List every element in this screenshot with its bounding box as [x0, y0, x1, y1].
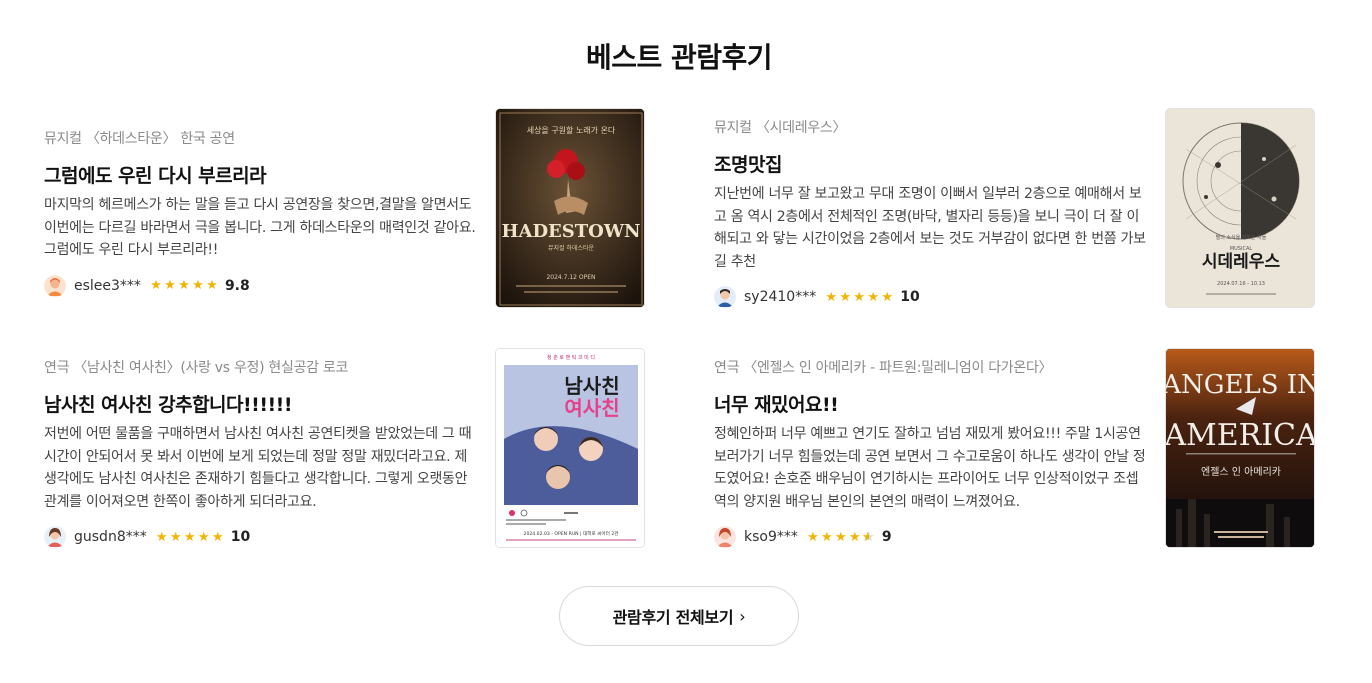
star-icon: ★ — [807, 529, 819, 545]
view-all-reviews-button[interactable]: 관람후기 전체보기 › — [559, 586, 799, 646]
review-meta: eslee3*** ★ ★ ★ ★ ★ 9.8 — [44, 274, 476, 298]
star-rating: ★ ★ ★ ★ ★ — [155, 531, 225, 544]
star-icon: ★ — [867, 289, 880, 305]
star-icon: ★ — [853, 289, 866, 305]
star-icon: ★ — [881, 289, 894, 305]
review-meta: sy2410*** ★ ★ ★ ★ ★ 10 — [714, 285, 1146, 309]
avatar — [714, 526, 736, 548]
rating-score: 10 — [900, 289, 920, 305]
poster-date: 2024.07.16 - 10.13 — [1217, 281, 1265, 287]
star-icon: ★ — [849, 529, 861, 545]
poster-title-line2: 여사친 — [564, 396, 619, 420]
review-card[interactable]: 연극 〈남사친 여사친〉(사랑 vs 우정) 현실공감 로코 남사친 여사친 강… — [44, 348, 654, 548]
half-star-icon: ★ — [862, 531, 876, 544]
poster-title-line1: ANGELS IN — [1166, 370, 1315, 400]
star-icon: ★ — [206, 278, 218, 293]
review-category[interactable]: 연극 〈엔젤스 인 아메리카 - 파트원:밀레니엄이 다가온다〉 — [714, 357, 1146, 377]
star-icon: ★ — [169, 529, 182, 545]
review-body[interactable]: 저번에 어떤 물품을 구매하면서 남사친 여사친 공연티켓을 받았었는데 그 때… — [44, 423, 476, 513]
star-icon: ★ — [825, 289, 838, 305]
review-title[interactable]: 남사친 여사친 강추합니다!!!!!! — [44, 390, 476, 417]
star-icon: ★ — [183, 529, 196, 545]
star-icon: ★ — [211, 529, 224, 545]
review-meta: kso9*** ★★★★★ 9 — [714, 525, 1146, 549]
poster-title-line2: AMERICA — [1166, 418, 1315, 453]
view-all-label: 관람후기 전체보기 — [612, 608, 734, 627]
rating-score: 9 — [881, 529, 892, 545]
star-icon: ★ — [835, 529, 847, 545]
rating-score: 9.8 — [224, 277, 250, 294]
review-meta: gusdn8*** ★ ★ ★ ★ ★ 10 — [44, 525, 476, 549]
user-id: eslee3*** — [74, 277, 141, 294]
poster-image[interactable]: 세상을 구원할 노래가 온다 HADESTOWN 뮤지컬 하데스타운 2024.… — [495, 108, 645, 308]
star-icon: ★ — [839, 289, 852, 305]
poster-date: 2024.02.03 - OPEN RUN | 대학로 씨어터 2관 — [524, 530, 620, 537]
star-icon: ★ — [178, 278, 190, 293]
user-id: kso9*** — [744, 529, 798, 545]
star-rating: ★ ★ ★ ★ ★ — [824, 291, 894, 304]
poster-title-line1: 남사친 — [564, 374, 619, 398]
review-title[interactable]: 조명맛집 — [714, 150, 1146, 177]
review-title[interactable]: 너무 재밌어요!! — [714, 390, 1146, 417]
star-icon: ★ — [150, 278, 162, 293]
poster-subtitle: 엔젤스 인 아메리카 — [1201, 466, 1281, 478]
rating-score: 10 — [230, 529, 251, 545]
page-title: 베스트 관람후기 — [585, 41, 773, 74]
poster-image[interactable]: 청 춘 로 맨 틱 코 미 디 남사친 여사친 2024.02.03 - OPE… — [495, 348, 645, 548]
star-rating: ★ ★ ★ ★ ★ — [149, 279, 219, 292]
review-body[interactable]: 정혜인하퍼 너무 예쁘고 연기도 잘하고 넘넘 재밌게 봤어요!!! 주말 1시… — [714, 423, 1146, 513]
review-body[interactable]: 마지막의 헤르메스가 하는 말을 듣고 다시 공연장을 찾으면,결말을 알면서도… — [44, 194, 476, 262]
poster-image[interactable]: 별의 소식을 전하는 자들 MUSICAL 시데레우스 2024.07.16 -… — [1165, 108, 1315, 308]
avatar — [44, 526, 66, 548]
review-title[interactable]: 그럼에도 우린 다시 부르리라 — [44, 161, 476, 188]
review-card[interactable]: 뮤지컬 〈하데스타운〉 한국 공연 그럼에도 우린 다시 부르리라 마지막의 헤… — [44, 108, 654, 308]
review-card[interactable]: 연극 〈엔젤스 인 아메리카 - 파트원:밀레니엄이 다가온다〉 너무 재밌어요… — [714, 348, 1324, 548]
review-category[interactable]: 뮤지컬 〈하데스타운〉 한국 공연 — [44, 128, 476, 148]
user-id: sy2410*** — [744, 289, 817, 305]
star-rating: ★ ★ ★ ★ ★ — [806, 531, 876, 544]
review-category[interactable]: 뮤지컬 〈시데레우스〉 — [714, 117, 1146, 137]
star-icon: ★ — [192, 278, 204, 293]
avatar — [44, 274, 66, 297]
review-category[interactable]: 연극 〈남사친 여사친〉(사랑 vs 우정) 현실공감 로코 — [44, 357, 476, 377]
poster-top-text: 세상을 구원할 노래가 온다 — [527, 125, 616, 135]
poster-top-text: 청 춘 로 맨 틱 코 미 디 — [547, 354, 595, 361]
star-icon: ★ — [155, 529, 168, 545]
poster-top-text: 별의 소식을 전하는 자들 — [1216, 234, 1267, 241]
star-icon: ★ — [197, 529, 210, 545]
avatar — [714, 286, 736, 308]
poster-title: 시데레우스 — [1202, 252, 1281, 272]
review-card[interactable]: 뮤지컬 〈시데레우스〉 조명맛집 지난번에 너무 잘 보고왔고 무대 조명이 이… — [714, 108, 1324, 308]
poster-image[interactable]: ANGELS IN AMERICA 엔젤스 인 아메리카 — [1165, 348, 1315, 548]
star-icon: ★ — [821, 529, 833, 545]
review-body[interactable]: 지난번에 너무 잘 보고왔고 무대 조명이 이뻐서 일부러 2층으로 예매해서 … — [714, 183, 1146, 273]
chevron-right-icon: › — [739, 606, 746, 626]
poster-title: HADESTOWN — [501, 221, 640, 242]
star-icon: ★ — [164, 278, 176, 293]
user-id: gusdn8*** — [74, 529, 147, 545]
poster-date: 2024.7.12 OPEN — [546, 274, 595, 281]
poster-subtitle: 뮤지컬 하데스타운 — [548, 244, 595, 252]
